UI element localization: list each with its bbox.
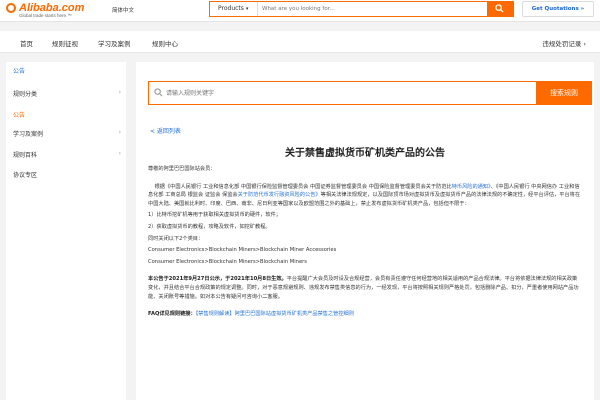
main-content: 搜索规则 < 返回列表 关于禁售虚拟货币矿机类产品的公告 尊敬的阿里巴巴国际站会… — [136, 62, 594, 400]
search-icon — [495, 4, 504, 13]
category-header: 同时关闭以下2个类目： — [148, 235, 204, 242]
global-search-input[interactable] — [262, 2, 492, 16]
chevron-right-icon: › — [118, 89, 121, 96]
logo-tagline: Global trade starts here.™ — [19, 13, 72, 18]
article-title: 关于禁售虚拟货币矿机类产品的公告 — [285, 148, 445, 159]
sidebar-item-rule-categories[interactable]: 规则分类 › — [13, 89, 121, 98]
rule-search-button[interactable]: 搜索规则 — [536, 81, 592, 105]
alibaba-logo[interactable]: Alibaba.com Global trade starts here.™ — [6, 2, 116, 20]
notice-link-token-risk[interactable]: 关于防范代币发行融资风险的公告》 — [238, 192, 321, 198]
nav-item-rule-center[interactable]: 规则中心 — [152, 38, 178, 48]
notice-link-bitcoin-risk[interactable]: 特币风险的通知》 — [452, 184, 491, 190]
rule-search-bar: 搜索规则 — [148, 81, 592, 105]
article-paragraph: 根据《中国人民银行 工业和信息化部 中国银行保险监督管理委员会 中国证券监督管理… — [148, 183, 580, 209]
search-icon — [154, 88, 163, 97]
get-quotations-button[interactable]: Get Quotations » — [522, 1, 594, 17]
faq-link[interactable]: 【禁售规则解读】阿里巴巴国际站虚拟货币矿机类产品禁售之管控细则 — [196, 311, 354, 317]
sidebar-item-learning-cases[interactable]: 学习及案例 › — [13, 129, 121, 138]
chevron-right-icon: › — [118, 129, 121, 136]
nav-item-rule-review[interactable]: 规则征视 — [52, 38, 78, 48]
nav-item-learning-cases[interactable]: 学习及案例 — [98, 38, 131, 48]
chevron-down-icon: ▾ — [245, 6, 249, 12]
search-category-dropdown[interactable]: Products ▾ — [210, 2, 258, 16]
sidebar-header[interactable]: 公告 — [13, 66, 25, 75]
sidebar: 公告 规则分类 › 公告 学习及案例 › 规则百科 › 协议专区 — [6, 62, 126, 400]
chevron-right-icon: › — [118, 150, 121, 157]
sidebar-item-label: 规则分类 — [13, 91, 38, 98]
main-nav: 首页 规则征视 学习及案例 规则中心 违规处罚记录 › — [0, 31, 600, 53]
sidebar-item-announcements[interactable]: 公告 — [13, 110, 25, 119]
article-paragraph: 本公告于2021年9月27日公示，于2021年10月8日生效。平台提醒广大会员及… — [148, 275, 580, 301]
category-path: Consumer Electronics>Blockchain Miners>B… — [148, 247, 337, 254]
sidebar-item-rule-encyclopedia[interactable]: 规则百科 › — [13, 150, 121, 159]
logo-icon — [6, 3, 16, 13]
rule-search-input[interactable] — [166, 87, 536, 99]
list-item: 2）获取虚拟货币的教程，攻略及软件，如挖矿教程。 — [148, 223, 271, 230]
search-category-label: Products — [218, 5, 244, 12]
faq-label: FAQ详见规则链接： — [148, 311, 196, 318]
global-search-button[interactable] — [487, 1, 513, 17]
top-header: Alibaba.com Global trade starts here.™ 简… — [0, 0, 600, 22]
sidebar-item-agreements[interactable]: 协议专区 — [13, 170, 121, 179]
sidebar-item-label: 学习及案例 — [13, 131, 44, 138]
global-search-bar: Products ▾ — [209, 1, 514, 17]
sidebar-item-label: 规则百科 — [13, 152, 38, 159]
effective-date-text: 本公告于2021年9月27日公示，于2021年10月8日生效。 — [148, 276, 287, 283]
sidebar-item-label: 协议专区 — [13, 172, 38, 179]
language-selector[interactable]: 简体中文 — [112, 6, 134, 14]
article-body: 尊敬的阿里巴巴国际站会员： 根据《中国人民银行 工业和信息化部 中国银行保险监督… — [148, 165, 580, 322]
list-item: 1）比特币挖矿机等用于获取相关虚拟货币的硬件，软件； — [148, 212, 281, 219]
faq-line: FAQ详见规则链接：【禁售规则解读】阿里巴巴国际站虚拟货币矿机类产品禁售之管控细… — [148, 310, 580, 319]
paragraph-text: 根据《中国人民银行 工业和信息化部 中国银行保险监督管理委员会 中国证券监督管理… — [154, 183, 452, 190]
back-to-list-link[interactable]: < 返回列表 — [150, 126, 181, 135]
nav-item-home[interactable]: 首页 — [20, 38, 33, 48]
article-greeting: 尊敬的阿里巴巴国际站会员： — [148, 166, 216, 172]
violation-records-link[interactable]: 违规处罚记录 › — [542, 38, 586, 48]
category-path: Consumer Electronics>Blockchain Miners>B… — [148, 258, 307, 265]
